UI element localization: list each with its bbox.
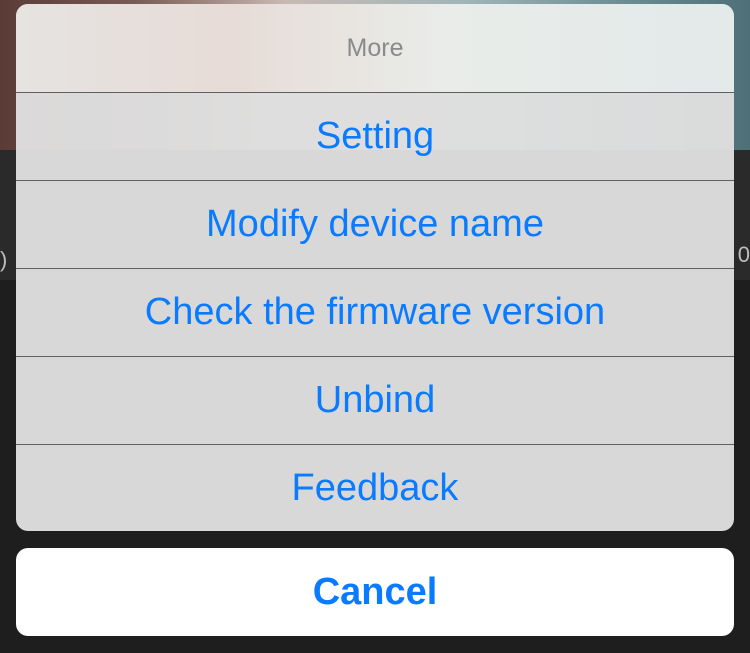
background-edge-text-right: 0: [737, 242, 750, 267]
check-firmware-version-button[interactable]: Check the firmware version: [16, 269, 734, 357]
cancel-button[interactable]: Cancel: [16, 548, 734, 636]
modify-device-name-label: Modify device name: [206, 203, 544, 245]
unbind-button[interactable]: Unbind: [16, 357, 734, 445]
feedback-label: Feedback: [291, 467, 459, 509]
check-firmware-version-label: Check the firmware version: [144, 291, 606, 333]
action-sheet-header: More: [16, 4, 734, 93]
background-edge-text-left: ): [0, 247, 8, 272]
feedback-button[interactable]: Feedback: [16, 445, 734, 531]
cancel-label: Cancel: [312, 570, 438, 613]
setting-button[interactable]: Setting: [16, 93, 734, 181]
setting-label: Setting: [315, 115, 435, 157]
unbind-label: Unbind: [314, 379, 436, 421]
action-sheet: More Setting Modify device name Check th…: [16, 4, 734, 531]
modify-device-name-button[interactable]: Modify device name: [16, 181, 734, 269]
action-sheet-title: More: [346, 33, 404, 62]
